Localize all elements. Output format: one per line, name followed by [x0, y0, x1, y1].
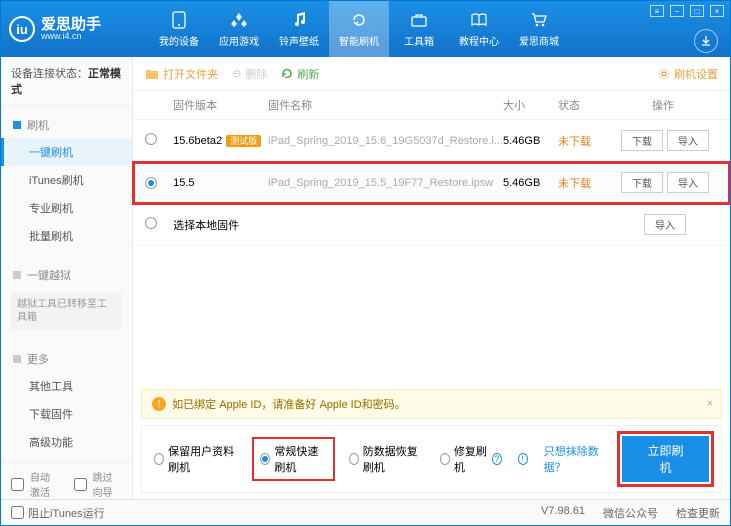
- download-button[interactable]: 下载: [621, 172, 663, 193]
- win-menu[interactable]: ≡: [650, 5, 664, 17]
- local-firmware-row[interactable]: 选择本地固件 导入: [133, 204, 730, 246]
- beta-badge: 测试版: [226, 135, 261, 147]
- win-close[interactable]: ×: [710, 5, 724, 17]
- logo-icon: iu: [9, 16, 35, 42]
- nav-flash[interactable]: 智能刷机: [329, 1, 389, 57]
- download-center-icon[interactable]: [694, 29, 718, 53]
- toolbox-icon: [410, 11, 428, 29]
- appleid-warning: ! 如已绑定 Apple ID，请准备好 Apple ID和密码。 ×: [141, 389, 722, 419]
- erase-link[interactable]: 只想抹除数据？: [544, 443, 606, 475]
- flash-settings-button[interactable]: 刷机设置: [658, 66, 718, 82]
- warn-icon: !: [152, 397, 166, 411]
- phone-icon: [170, 11, 188, 29]
- delete-button[interactable]: ⊖删除: [232, 66, 267, 82]
- app-logo: iu 爱思助手 www.i4.cn: [9, 16, 149, 42]
- skip-guide-checkbox[interactable]: [74, 478, 87, 491]
- section-more[interactable]: 更多: [1, 346, 132, 372]
- refresh-button[interactable]: 刷新: [281, 66, 319, 82]
- wechat-link[interactable]: 微信公众号: [603, 505, 658, 521]
- close-icon[interactable]: ×: [707, 398, 713, 410]
- win-max[interactable]: □: [690, 5, 704, 17]
- row-radio[interactable]: [145, 177, 157, 189]
- sidebar-item-advanced[interactable]: 高级功能: [1, 428, 132, 456]
- folder-icon: [145, 68, 159, 80]
- version-label: V7.98.61: [541, 505, 585, 521]
- refresh-icon: [281, 68, 293, 80]
- row-radio[interactable]: [145, 217, 157, 229]
- connection-status: 设备连接状态：正常模式: [1, 57, 132, 106]
- nav-tools[interactable]: 工具箱: [389, 1, 449, 57]
- app-title: 爱思助手: [41, 17, 101, 32]
- import-button[interactable]: 导入: [644, 214, 686, 235]
- sidebar-item-oneclick[interactable]: 一键刷机: [1, 138, 132, 166]
- check-update-link[interactable]: 检查更新: [676, 505, 720, 521]
- sidebar-item-other[interactable]: 其他工具: [1, 372, 132, 400]
- sidebar-item-itunes[interactable]: iTunes刷机: [1, 166, 132, 194]
- cart-icon: [530, 11, 548, 29]
- nav-tutorials[interactable]: 教程中心: [449, 1, 509, 57]
- nav-store[interactable]: 爱思商城: [509, 1, 569, 57]
- firmware-row-selected[interactable]: 15.5 iPad_Spring_2019_15.5_19F77_Restore…: [133, 162, 730, 204]
- sidebar-item-batch[interactable]: 批量刷机: [1, 222, 132, 250]
- opt-keep-data[interactable]: 保留用户资料刷机: [154, 443, 238, 475]
- win-min[interactable]: −: [670, 5, 684, 17]
- firmware-row[interactable]: 15.6beta2测试版 iPad_Spring_2019_15.6_19G50…: [133, 120, 730, 162]
- info-icon[interactable]: ?: [492, 453, 502, 465]
- section-flash[interactable]: 刷机: [1, 112, 132, 138]
- book-icon: [470, 11, 488, 29]
- opt-normal-flash[interactable]: 常规快速刷机: [254, 439, 332, 479]
- section-jailbreak[interactable]: 一键越狱: [1, 262, 132, 288]
- app-subtitle: www.i4.cn: [41, 32, 101, 41]
- open-folder-button[interactable]: 打开文件夹: [145, 66, 218, 82]
- download-button[interactable]: 下载: [621, 130, 663, 151]
- gear-icon: [658, 68, 670, 80]
- import-button[interactable]: 导入: [667, 172, 709, 193]
- sidebar-item-pro[interactable]: 专业刷机: [1, 194, 132, 222]
- auto-activate-checkbox[interactable]: [11, 478, 24, 491]
- table-header: 固件版本 固件名称 大小 状态 操作: [133, 91, 730, 120]
- jailbreak-note: 越狱工具已转移至工具箱: [11, 292, 122, 330]
- row-radio[interactable]: [145, 133, 157, 145]
- flash-now-button[interactable]: 立即刷机: [622, 436, 709, 482]
- block-itunes-checkbox[interactable]: 阻止iTunes运行: [11, 505, 105, 521]
- opt-anti-recovery[interactable]: 防数据恢复刷机: [349, 443, 424, 475]
- import-button[interactable]: 导入: [667, 130, 709, 151]
- sidebar-item-download-fw[interactable]: 下载固件: [1, 400, 132, 428]
- info-icon[interactable]: !: [518, 453, 528, 465]
- opt-repair-flash[interactable]: 修复刷机?: [440, 443, 502, 475]
- delete-icon: ⊖: [232, 67, 241, 80]
- flash-icon: [350, 11, 368, 29]
- nav-apps[interactable]: 应用游戏: [209, 1, 269, 57]
- nav-my-device[interactable]: 我的设备: [149, 1, 209, 57]
- flash-options: 保留用户资料刷机 常规快速刷机 防数据恢复刷机 修复刷机? ! 只想抹除数据？ …: [141, 425, 722, 493]
- app-icon: [230, 11, 248, 29]
- nav-ringtones[interactable]: 铃声壁纸: [269, 1, 329, 57]
- music-icon: [290, 11, 308, 29]
